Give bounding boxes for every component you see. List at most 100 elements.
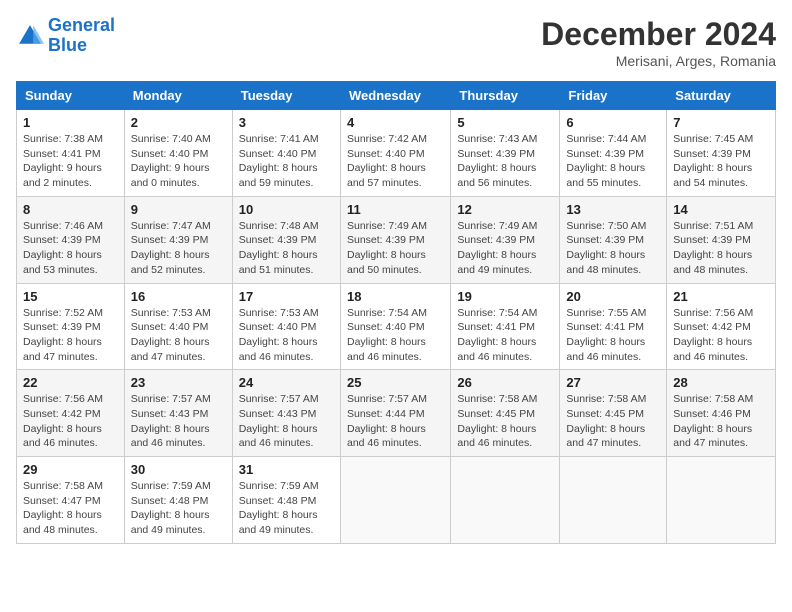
calendar-cell: 26 Sunrise: 7:58 AMSunset: 4:45 PMDaylig… <box>451 370 560 457</box>
day-number: 1 <box>23 115 118 130</box>
day-detail: Sunrise: 7:47 AMSunset: 4:39 PMDaylight:… <box>131 220 211 276</box>
calendar-table: SundayMondayTuesdayWednesdayThursdayFrid… <box>16 81 776 544</box>
calendar-cell: 21 Sunrise: 7:56 AMSunset: 4:42 PMDaylig… <box>667 283 776 370</box>
day-detail: Sunrise: 7:48 AMSunset: 4:39 PMDaylight:… <box>239 220 319 276</box>
day-number: 9 <box>131 202 226 217</box>
day-number: 26 <box>457 375 553 390</box>
day-number: 29 <box>23 462 118 477</box>
day-number: 22 <box>23 375 118 390</box>
calendar-week-row: 8 Sunrise: 7:46 AMSunset: 4:39 PMDayligh… <box>17 196 776 283</box>
day-detail: Sunrise: 7:57 AMSunset: 4:44 PMDaylight:… <box>347 393 427 449</box>
day-detail: Sunrise: 7:49 AMSunset: 4:39 PMDaylight:… <box>457 220 537 276</box>
calendar-cell: 2 Sunrise: 7:40 AMSunset: 4:40 PMDayligh… <box>124 110 232 197</box>
day-header-thursday: Thursday <box>451 82 560 110</box>
day-detail: Sunrise: 7:50 AMSunset: 4:39 PMDaylight:… <box>566 220 646 276</box>
day-number: 12 <box>457 202 553 217</box>
day-detail: Sunrise: 7:56 AMSunset: 4:42 PMDaylight:… <box>23 393 103 449</box>
calendar-cell: 11 Sunrise: 7:49 AMSunset: 4:39 PMDaylig… <box>340 196 450 283</box>
day-detail: Sunrise: 7:45 AMSunset: 4:39 PMDaylight:… <box>673 133 753 189</box>
calendar-cell: 27 Sunrise: 7:58 AMSunset: 4:45 PMDaylig… <box>560 370 667 457</box>
day-header-wednesday: Wednesday <box>340 82 450 110</box>
day-number: 19 <box>457 289 553 304</box>
calendar-cell: 8 Sunrise: 7:46 AMSunset: 4:39 PMDayligh… <box>17 196 125 283</box>
day-detail: Sunrise: 7:40 AMSunset: 4:40 PMDaylight:… <box>131 133 211 189</box>
day-number: 30 <box>131 462 226 477</box>
day-number: 5 <box>457 115 553 130</box>
calendar-cell <box>560 457 667 544</box>
day-header-monday: Monday <box>124 82 232 110</box>
day-number: 21 <box>673 289 769 304</box>
day-detail: Sunrise: 7:56 AMSunset: 4:42 PMDaylight:… <box>673 307 753 363</box>
day-detail: Sunrise: 7:38 AMSunset: 4:41 PMDaylight:… <box>23 133 103 189</box>
calendar-cell: 28 Sunrise: 7:58 AMSunset: 4:46 PMDaylig… <box>667 370 776 457</box>
day-number: 27 <box>566 375 660 390</box>
calendar-header-row: SundayMondayTuesdayWednesdayThursdayFrid… <box>17 82 776 110</box>
calendar-week-row: 15 Sunrise: 7:52 AMSunset: 4:39 PMDaylig… <box>17 283 776 370</box>
calendar-cell: 15 Sunrise: 7:52 AMSunset: 4:39 PMDaylig… <box>17 283 125 370</box>
day-detail: Sunrise: 7:44 AMSunset: 4:39 PMDaylight:… <box>566 133 646 189</box>
day-detail: Sunrise: 7:54 AMSunset: 4:41 PMDaylight:… <box>457 307 537 363</box>
calendar-cell: 29 Sunrise: 7:58 AMSunset: 4:47 PMDaylig… <box>17 457 125 544</box>
day-number: 14 <box>673 202 769 217</box>
day-header-saturday: Saturday <box>667 82 776 110</box>
page-header: General Blue December 2024 Merisani, Arg… <box>16 16 776 69</box>
calendar-cell: 4 Sunrise: 7:42 AMSunset: 4:40 PMDayligh… <box>340 110 450 197</box>
calendar-cell: 31 Sunrise: 7:59 AMSunset: 4:48 PMDaylig… <box>232 457 340 544</box>
day-detail: Sunrise: 7:58 AMSunset: 4:46 PMDaylight:… <box>673 393 753 449</box>
day-detail: Sunrise: 7:58 AMSunset: 4:45 PMDaylight:… <box>566 393 646 449</box>
calendar-cell: 22 Sunrise: 7:56 AMSunset: 4:42 PMDaylig… <box>17 370 125 457</box>
calendar-cell: 25 Sunrise: 7:57 AMSunset: 4:44 PMDaylig… <box>340 370 450 457</box>
calendar-cell: 9 Sunrise: 7:47 AMSunset: 4:39 PMDayligh… <box>124 196 232 283</box>
day-number: 31 <box>239 462 334 477</box>
day-detail: Sunrise: 7:53 AMSunset: 4:40 PMDaylight:… <box>131 307 211 363</box>
logo-text: General Blue <box>48 16 115 56</box>
day-number: 16 <box>131 289 226 304</box>
day-number: 3 <box>239 115 334 130</box>
calendar-cell: 12 Sunrise: 7:49 AMSunset: 4:39 PMDaylig… <box>451 196 560 283</box>
day-header-sunday: Sunday <box>17 82 125 110</box>
calendar-cell: 18 Sunrise: 7:54 AMSunset: 4:40 PMDaylig… <box>340 283 450 370</box>
calendar-cell: 24 Sunrise: 7:57 AMSunset: 4:43 PMDaylig… <box>232 370 340 457</box>
day-header-friday: Friday <box>560 82 667 110</box>
day-number: 24 <box>239 375 334 390</box>
calendar-cell: 17 Sunrise: 7:53 AMSunset: 4:40 PMDaylig… <box>232 283 340 370</box>
calendar-cell <box>667 457 776 544</box>
day-number: 17 <box>239 289 334 304</box>
day-detail: Sunrise: 7:41 AMSunset: 4:40 PMDaylight:… <box>239 133 319 189</box>
day-number: 23 <box>131 375 226 390</box>
calendar-week-row: 29 Sunrise: 7:58 AMSunset: 4:47 PMDaylig… <box>17 457 776 544</box>
day-detail: Sunrise: 7:55 AMSunset: 4:41 PMDaylight:… <box>566 307 646 363</box>
calendar-cell: 3 Sunrise: 7:41 AMSunset: 4:40 PMDayligh… <box>232 110 340 197</box>
day-detail: Sunrise: 7:58 AMSunset: 4:45 PMDaylight:… <box>457 393 537 449</box>
calendar-cell <box>340 457 450 544</box>
day-detail: Sunrise: 7:59 AMSunset: 4:48 PMDaylight:… <box>131 480 211 536</box>
day-number: 15 <box>23 289 118 304</box>
day-number: 6 <box>566 115 660 130</box>
title-block: December 2024 Merisani, Arges, Romania <box>541 16 776 69</box>
calendar-cell: 30 Sunrise: 7:59 AMSunset: 4:48 PMDaylig… <box>124 457 232 544</box>
calendar-cell: 20 Sunrise: 7:55 AMSunset: 4:41 PMDaylig… <box>560 283 667 370</box>
logo-icon <box>16 22 44 50</box>
day-detail: Sunrise: 7:57 AMSunset: 4:43 PMDaylight:… <box>239 393 319 449</box>
day-detail: Sunrise: 7:49 AMSunset: 4:39 PMDaylight:… <box>347 220 427 276</box>
calendar-cell: 23 Sunrise: 7:57 AMSunset: 4:43 PMDaylig… <box>124 370 232 457</box>
day-number: 18 <box>347 289 444 304</box>
day-number: 2 <box>131 115 226 130</box>
day-number: 25 <box>347 375 444 390</box>
calendar-cell: 5 Sunrise: 7:43 AMSunset: 4:39 PMDayligh… <box>451 110 560 197</box>
day-number: 20 <box>566 289 660 304</box>
day-detail: Sunrise: 7:42 AMSunset: 4:40 PMDaylight:… <box>347 133 427 189</box>
day-detail: Sunrise: 7:51 AMSunset: 4:39 PMDaylight:… <box>673 220 753 276</box>
subtitle: Merisani, Arges, Romania <box>541 53 776 69</box>
calendar-cell: 7 Sunrise: 7:45 AMSunset: 4:39 PMDayligh… <box>667 110 776 197</box>
day-detail: Sunrise: 7:46 AMSunset: 4:39 PMDaylight:… <box>23 220 103 276</box>
day-detail: Sunrise: 7:58 AMSunset: 4:47 PMDaylight:… <box>23 480 103 536</box>
calendar-cell: 6 Sunrise: 7:44 AMSunset: 4:39 PMDayligh… <box>560 110 667 197</box>
calendar-cell: 13 Sunrise: 7:50 AMSunset: 4:39 PMDaylig… <box>560 196 667 283</box>
calendar-cell: 16 Sunrise: 7:53 AMSunset: 4:40 PMDaylig… <box>124 283 232 370</box>
day-detail: Sunrise: 7:53 AMSunset: 4:40 PMDaylight:… <box>239 307 319 363</box>
calendar-cell: 10 Sunrise: 7:48 AMSunset: 4:39 PMDaylig… <box>232 196 340 283</box>
day-detail: Sunrise: 7:43 AMSunset: 4:39 PMDaylight:… <box>457 133 537 189</box>
day-detail: Sunrise: 7:52 AMSunset: 4:39 PMDaylight:… <box>23 307 103 363</box>
calendar-cell: 1 Sunrise: 7:38 AMSunset: 4:41 PMDayligh… <box>17 110 125 197</box>
